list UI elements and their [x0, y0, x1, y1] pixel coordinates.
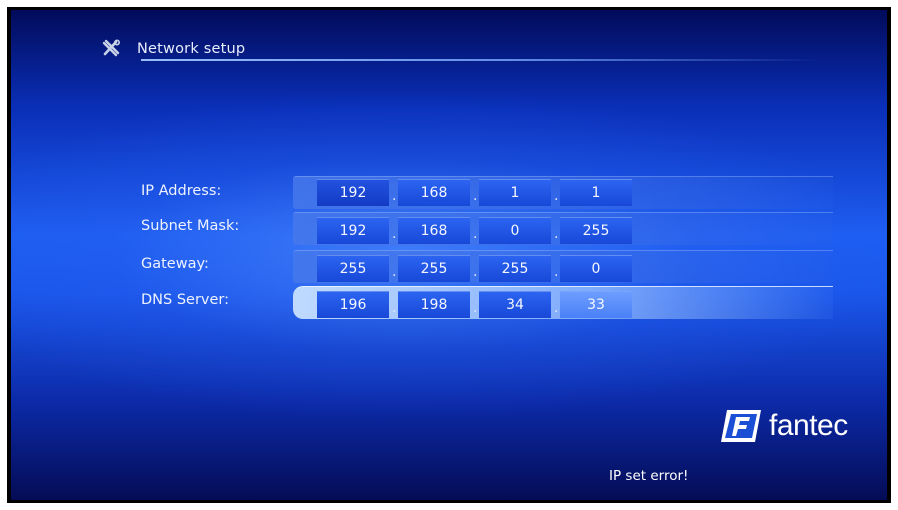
- title-underline: [141, 59, 821, 61]
- ip-address-dot-1: .: [392, 188, 397, 204]
- ip-address-label: IP Address:: [141, 183, 222, 199]
- ip-address-octet-3[interactable]: 1: [479, 179, 551, 206]
- status-message: IP set error!: [609, 468, 689, 484]
- gateway-dot-2: .: [473, 264, 478, 280]
- page-title: Network setup: [137, 41, 246, 57]
- gateway-octet-2[interactable]: 255: [398, 255, 470, 282]
- network-setup-screen: Network setup IP Address: 192 . 168 . 1 …: [11, 10, 887, 500]
- brand-name: fantec: [769, 409, 848, 442]
- dns-server-dot-2: .: [473, 300, 478, 316]
- tv-frame: Network setup IP Address: 192 . 168 . 1 …: [7, 7, 891, 503]
- ip-address-dot-2: .: [473, 188, 478, 204]
- gateway-octet-3[interactable]: 255: [479, 255, 551, 282]
- fantec-logo: fantec: [719, 408, 848, 444]
- gateway-octet-1[interactable]: 255: [317, 255, 389, 282]
- dns-server-octet-1[interactable]: 196: [317, 291, 389, 318]
- tools-icon: [102, 39, 121, 57]
- dns-server-octet-2[interactable]: 198: [398, 291, 470, 318]
- ip-address-octet-4[interactable]: 1: [560, 179, 632, 206]
- subnet-mask-octet-2[interactable]: 168: [398, 217, 470, 244]
- ip-address-octet-1[interactable]: 192: [317, 179, 389, 206]
- fantec-logo-mark-icon: [721, 410, 761, 442]
- subnet-mask-label: Subnet Mask:: [141, 218, 240, 234]
- dns-server-dot-3: .: [554, 300, 559, 316]
- subnet-mask-octet-4[interactable]: 255: [560, 217, 632, 244]
- ip-address-octet-2[interactable]: 168: [398, 179, 470, 206]
- gateway-label: Gateway:: [141, 256, 209, 272]
- subnet-mask-dot-3: .: [554, 226, 559, 242]
- dns-server-octet-3[interactable]: 34: [479, 291, 551, 318]
- subnet-mask-dot-1: .: [392, 226, 397, 242]
- gateway-octet-4[interactable]: 0: [560, 255, 632, 282]
- subnet-mask-dot-2: .: [473, 226, 478, 242]
- dns-server-dot-1: .: [392, 300, 397, 316]
- gateway-dot-1: .: [392, 264, 397, 280]
- ip-address-dot-3: .: [554, 188, 559, 204]
- gateway-dot-3: .: [554, 264, 559, 280]
- subnet-mask-octet-1[interactable]: 192: [317, 217, 389, 244]
- dns-server-octet-4[interactable]: 33: [560, 291, 632, 318]
- subnet-mask-octet-3[interactable]: 0: [479, 217, 551, 244]
- dns-server-label: DNS Server:: [141, 292, 230, 308]
